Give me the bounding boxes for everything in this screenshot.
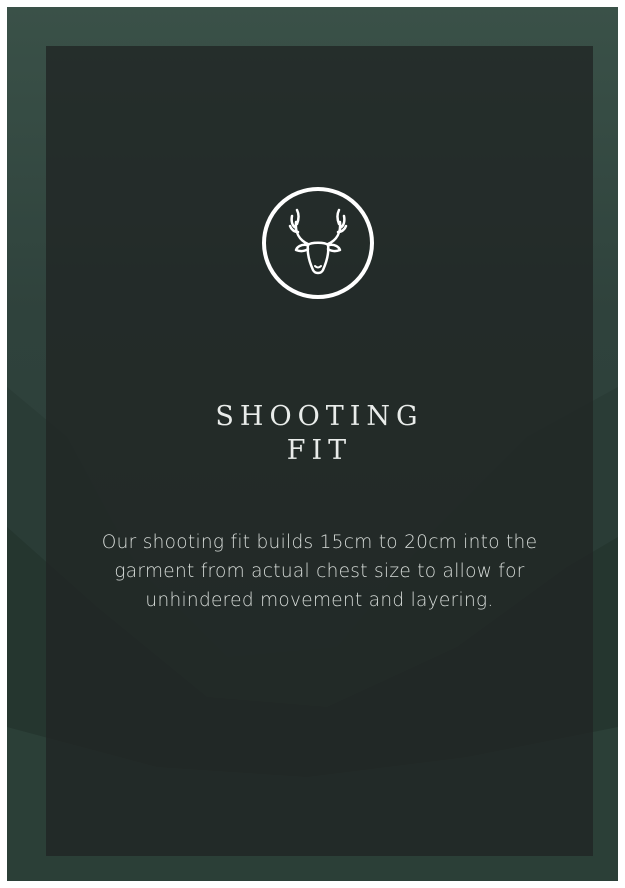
- fit-title: SHOOTING FIT: [46, 400, 593, 468]
- fit-description: Our shooting fit builds 15cm to 20cm int…: [101, 531, 538, 611]
- fit-card-background: SHOOTING FIT Our shooting fit builds 15c…: [7, 7, 618, 881]
- stag-head-icon: [261, 186, 375, 300]
- content-panel: SHOOTING FIT Our shooting fit builds 15c…: [46, 46, 593, 856]
- fit-title-line-2: FIT: [286, 435, 353, 467]
- fit-title-line-1: SHOOTING: [215, 401, 424, 433]
